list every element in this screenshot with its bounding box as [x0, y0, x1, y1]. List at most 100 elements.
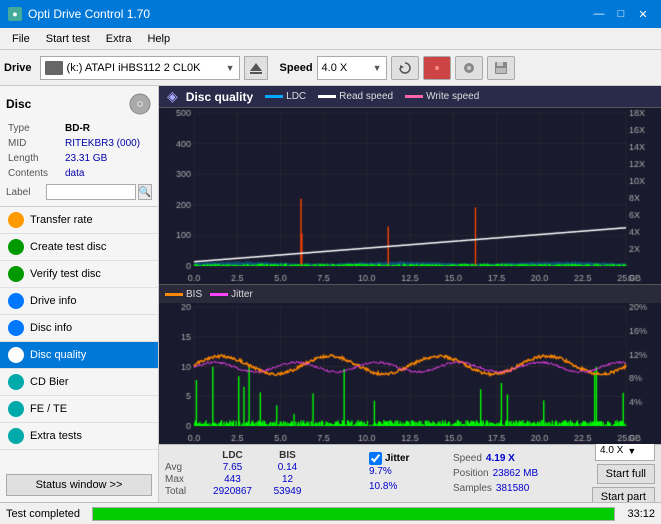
fe-te-icon: [8, 401, 24, 417]
read-speed-color: [318, 95, 336, 98]
position-label: Position: [453, 468, 489, 479]
avg-ldc: 7.65: [205, 462, 260, 473]
sidebar-item-disc-info[interactable]: Disc info: [0, 315, 158, 342]
chart-header: ◈ Disc quality LDC Read speed Write spee…: [159, 86, 661, 108]
refresh-button[interactable]: [391, 56, 419, 80]
close-button[interactable]: ✕: [633, 6, 653, 22]
fe-te-label: FE / TE: [30, 403, 67, 415]
label-input[interactable]: [46, 184, 136, 200]
menu-help[interactable]: Help: [139, 31, 178, 47]
legend-bis: BIS: [165, 289, 202, 300]
length-value: 23.31 GB: [65, 152, 150, 165]
mid-label: MID: [8, 137, 63, 150]
status-window-button[interactable]: Status window >>: [6, 474, 152, 496]
contents-label: Contents: [8, 167, 63, 180]
jitter-checkbox[interactable]: [369, 452, 382, 465]
start-full-button[interactable]: Start full: [597, 464, 655, 484]
legend-jitter: Jitter: [210, 289, 253, 300]
settings-button[interactable]: [423, 56, 451, 80]
save-icon: [494, 61, 508, 75]
sidebar-item-cd-bier[interactable]: CD Bier: [0, 369, 158, 396]
sidebar-item-disc-quality[interactable]: Disc quality: [0, 342, 158, 369]
bottom-chart-section: [159, 303, 661, 444]
jitter-avg: 9.7%: [369, 466, 392, 477]
ldc-label: LDC: [286, 91, 306, 102]
stats-header-row: LDC BIS: [165, 450, 365, 461]
legend-ldc: LDC: [265, 91, 306, 102]
main-layout: Disc Type BD-R MID RITEKBR3 (000) Length: [0, 86, 661, 502]
ldc-header: LDC: [205, 450, 260, 461]
drive-dropdown-arrow: ▼: [226, 63, 235, 73]
avg-label: Avg: [165, 462, 205, 473]
bottom-chart-header: BIS Jitter: [159, 285, 661, 303]
eject-icon: [249, 61, 263, 75]
drive-select[interactable]: (k:) ATAPI iHBS112 2 CL0K ▼: [40, 56, 240, 80]
position-row: Position 23862 MB: [453, 467, 563, 481]
title-bar: ● Opti Drive Control 1.70 — □ ✕: [0, 0, 661, 28]
write-speed-label: Write speed: [426, 91, 479, 102]
type-label: Type: [8, 122, 63, 135]
speed-select[interactable]: 4.0 X ▼: [317, 56, 387, 80]
label-edit-button[interactable]: 🔍: [138, 184, 152, 200]
speed-label: Speed: [280, 62, 313, 74]
total-ldc: 2920867: [205, 486, 260, 497]
max-row: Max 443 12: [165, 474, 365, 485]
cd-bier-label: CD Bier: [30, 376, 69, 388]
action-panel: 4.0 X ▼ Start full Start part: [592, 441, 655, 503]
avg-bis: 0.14: [260, 462, 315, 473]
avg-row: Avg 7.65 0.14: [165, 462, 365, 473]
bis-color: [165, 293, 183, 296]
speed-dropdown-arrow: ▼: [373, 63, 382, 73]
speed-stat-label: Speed: [453, 453, 482, 464]
ldc-chart: [159, 108, 661, 284]
time-display: 33:12: [627, 508, 655, 520]
extra-tests-label: Extra tests: [30, 430, 82, 442]
progress-bar-container: [92, 507, 615, 521]
menu-start-test[interactable]: Start test: [38, 31, 98, 47]
total-bis: 53949: [260, 486, 315, 497]
eject-button[interactable]: [244, 56, 268, 80]
sidebar-item-verify-test-disc[interactable]: Verify test disc: [0, 261, 158, 288]
verify-test-disc-icon: [8, 266, 24, 282]
start-part-button[interactable]: Start part: [592, 487, 655, 503]
chart-legend: LDC Read speed Write speed: [265, 91, 479, 102]
sidebar-item-fe-te[interactable]: FE / TE: [0, 396, 158, 423]
maximize-button[interactable]: □: [611, 6, 631, 22]
speed-select-arrow: ▼: [627, 446, 636, 456]
sidebar-item-drive-info[interactable]: Drive info: [0, 288, 158, 315]
label-row: Label 🔍: [6, 184, 152, 200]
menu-bar: File Start test Extra Help: [0, 28, 661, 50]
max-ldc: 443: [205, 474, 260, 485]
total-row: Total 2920867 53949: [165, 486, 365, 497]
chart-header-icon: ◈: [167, 88, 178, 105]
disc-quality-icon: [8, 347, 24, 363]
status-bar: Test completed 33:12: [0, 502, 661, 524]
sidebar-item-extra-tests[interactable]: Extra tests: [0, 423, 158, 450]
save-button[interactable]: [487, 56, 515, 80]
menu-extra[interactable]: Extra: [98, 31, 140, 47]
jitter-max: 10.8%: [369, 481, 397, 492]
speed-position-stats: Speed 4.19 X Position 23862 MB Samples 3…: [453, 452, 563, 496]
mid-value: RITEKBR3 (000): [65, 137, 150, 150]
disc-panel-icon: [128, 92, 152, 116]
jitter-stat-label: Jitter: [385, 453, 409, 464]
contents-value: data: [65, 167, 150, 180]
label-field-label: Label: [6, 187, 44, 198]
extra-tests-icon: [8, 428, 24, 444]
speed-value: 4.0 X: [322, 62, 369, 74]
sidebar-item-transfer-rate[interactable]: Transfer rate: [0, 207, 158, 234]
bis-chart: [159, 303, 661, 444]
sidebar-item-create-test-disc[interactable]: Create test disc: [0, 234, 158, 261]
speed-stat-value: 4.19 X: [486, 453, 515, 464]
legend-write-speed: Write speed: [405, 91, 479, 102]
disc-button[interactable]: [455, 56, 483, 80]
disc-panel: Disc Type BD-R MID RITEKBR3 (000) Length: [0, 86, 158, 207]
jitter-avg-row: 9.7%: [369, 466, 449, 480]
minimize-button[interactable]: —: [589, 6, 609, 22]
bis-header: BIS: [260, 450, 315, 461]
jitter-label: Jitter: [231, 289, 253, 300]
ldc-color: [265, 95, 283, 98]
menu-file[interactable]: File: [4, 31, 38, 47]
jitter-check-row[interactable]: Jitter: [369, 452, 449, 465]
toolbar: Drive (k:) ATAPI iHBS112 2 CL0K ▼ Speed …: [0, 50, 661, 86]
